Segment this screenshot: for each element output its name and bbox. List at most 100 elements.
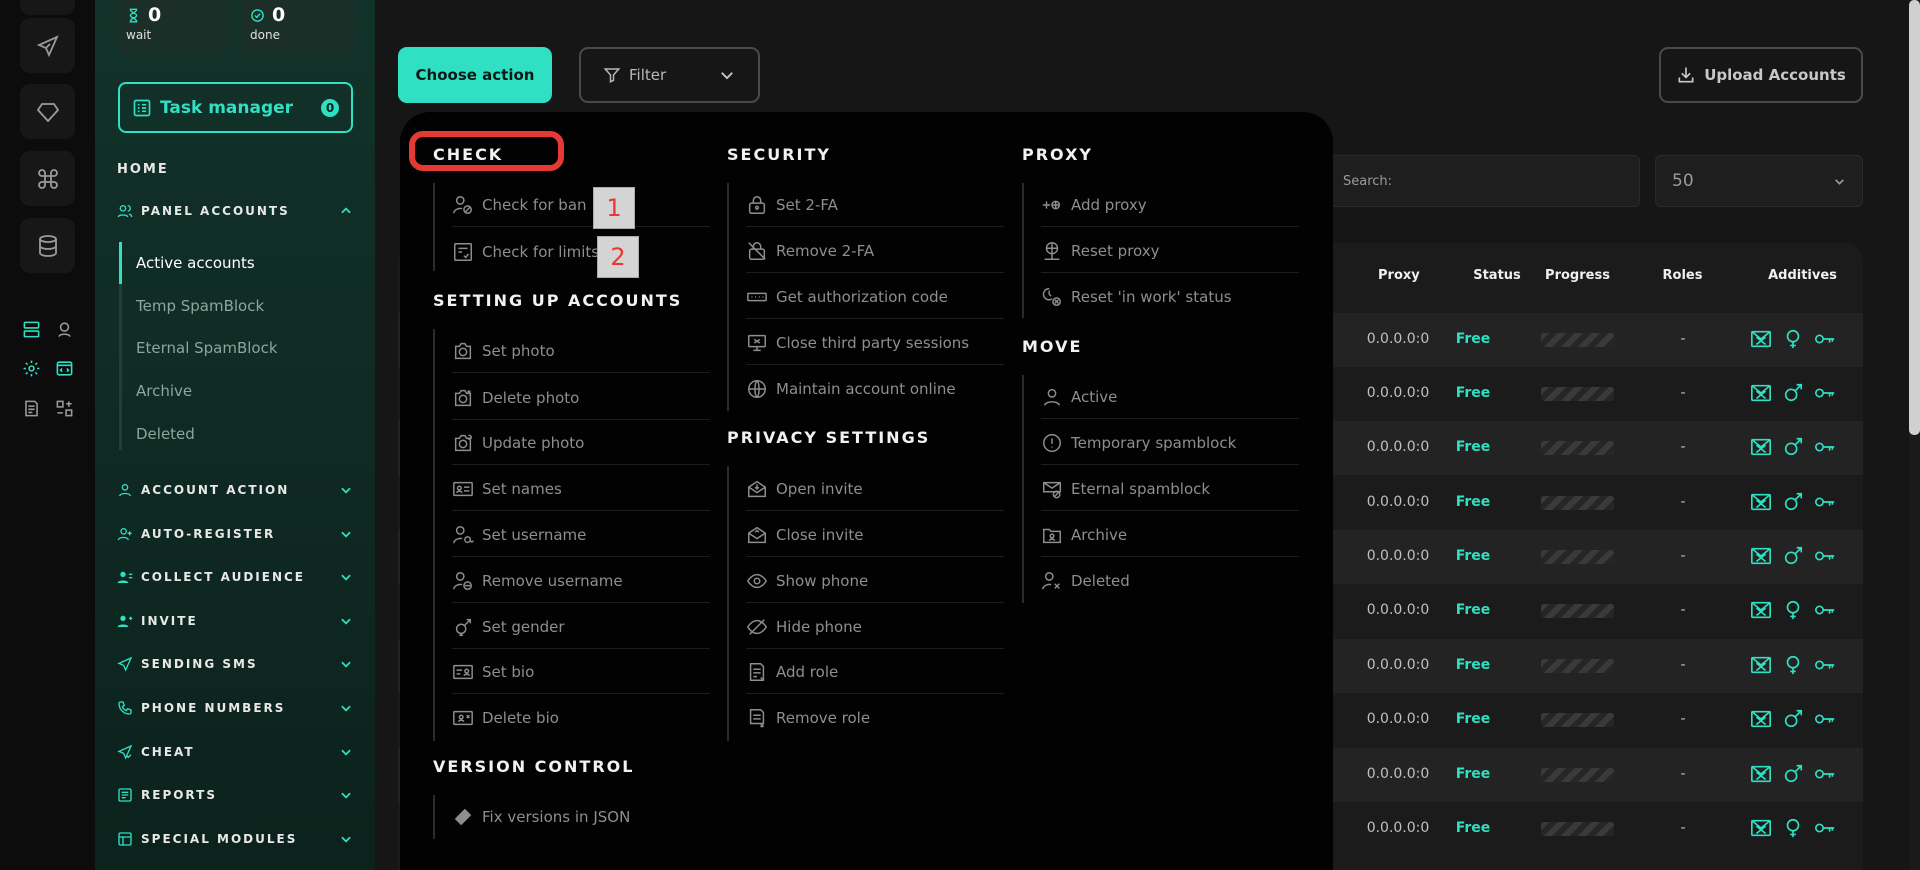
- menu-open-invite[interactable]: Open invite: [746, 467, 1004, 511]
- menu-set-names[interactable]: Set names: [452, 467, 710, 511]
- menu-reset-in-work-status[interactable]: Reset 'in work' status: [1041, 275, 1299, 319]
- key-icon[interactable]: [1814, 545, 1836, 567]
- menu-move-deleted[interactable]: Deleted: [1041, 559, 1299, 603]
- menu-check-for-ban[interactable]: Check for ban: [452, 183, 710, 227]
- rail-settings-icon-btn[interactable]: [20, 357, 42, 379]
- menu-reset-proxy[interactable]: Reset proxy: [1041, 229, 1299, 273]
- nav-sending-sms[interactable]: SENDING SMS: [117, 653, 353, 675]
- menu-move-eternal-spamblock[interactable]: Eternal spamblock: [1041, 467, 1299, 511]
- key-icon[interactable]: [1814, 654, 1836, 676]
- key-icon[interactable]: [1814, 708, 1836, 730]
- menu-get-authorization-code[interactable]: Get authorization code: [746, 275, 1004, 319]
- key-icon[interactable]: [1814, 382, 1836, 404]
- nav-home[interactable]: HOME: [117, 162, 169, 177]
- menu-set-username[interactable]: Set username: [452, 513, 710, 557]
- rail-tasks-icon-btn[interactable]: [20, 318, 42, 340]
- rail-modules-icon-btn[interactable]: [53, 397, 75, 419]
- gender-icon[interactable]: [1782, 436, 1804, 458]
- gender-icon[interactable]: [1782, 328, 1804, 350]
- key-icon[interactable]: [1814, 328, 1836, 350]
- rail-user-icon-btn[interactable]: [53, 318, 75, 340]
- spam-check-icon[interactable]: [1750, 436, 1772, 458]
- menu-show-phone[interactable]: Show phone: [746, 559, 1004, 603]
- menu-set-2-fa[interactable]: Set 2-FA: [746, 183, 1004, 227]
- menu-update-photo[interactable]: Update photo: [452, 421, 710, 465]
- key-icon[interactable]: [1814, 599, 1836, 621]
- subnav-archive[interactable]: Archive: [136, 382, 192, 400]
- spam-check-icon[interactable]: [1750, 491, 1772, 513]
- menu-move-temporary-spamblock[interactable]: Temporary spamblock: [1041, 421, 1299, 465]
- key-icon[interactable]: [1814, 817, 1836, 839]
- nav-panel-accounts[interactable]: PANEL ACCOUNTS: [117, 200, 353, 222]
- gender-icon[interactable]: [1782, 763, 1804, 785]
- filter-dropdown[interactable]: Filter: [579, 47, 760, 103]
- per-page-select[interactable]: 50: [1655, 155, 1863, 207]
- nav-invite[interactable]: INVITE: [117, 610, 353, 632]
- spam-check-icon[interactable]: [1750, 708, 1772, 730]
- gender-icon[interactable]: [1782, 545, 1804, 567]
- menu-delete-photo[interactable]: Delete photo: [452, 376, 710, 420]
- key-icon[interactable]: [1814, 491, 1836, 513]
- spam-check-icon[interactable]: [1750, 545, 1772, 567]
- nav-cheat[interactable]: CHEAT: [117, 741, 353, 763]
- rail-report-icon-btn[interactable]: [20, 397, 42, 419]
- gender-icon[interactable]: [1782, 491, 1804, 513]
- gender-icon[interactable]: [1782, 654, 1804, 676]
- subnav-eternal-spamblock[interactable]: Eternal SpamBlock: [136, 339, 278, 357]
- subnav-active-accounts[interactable]: Active accounts: [136, 254, 255, 272]
- menu-remove-role[interactable]: Remove role: [746, 696, 1004, 740]
- menu-close-third-party-sessions[interactable]: Close third party sessions: [746, 321, 1004, 365]
- spam-check-icon[interactable]: [1750, 382, 1772, 404]
- menu-hide-phone[interactable]: Hide phone: [746, 605, 1004, 649]
- menu-delete-bio[interactable]: Delete bio: [452, 696, 710, 740]
- spam-check-icon[interactable]: [1750, 817, 1772, 839]
- rail-code-icon-btn[interactable]: [53, 357, 75, 379]
- choose-action-button[interactable]: Choose action: [398, 47, 552, 103]
- menu-remove-username[interactable]: Remove username: [452, 559, 710, 603]
- nav-reports[interactable]: REPORTS: [117, 784, 353, 806]
- spam-check-icon[interactable]: [1750, 763, 1772, 785]
- menu-move-active[interactable]: Active: [1041, 375, 1299, 419]
- key-icon[interactable]: [1814, 763, 1836, 785]
- col-progress[interactable]: Progress: [1545, 268, 1610, 283]
- nav-phone-numbers[interactable]: PHONE NUMBERS: [117, 697, 353, 719]
- menu-remove-2-fa[interactable]: Remove 2-FA: [746, 229, 1004, 273]
- menu-add-proxy[interactable]: Add proxy: [1041, 183, 1299, 227]
- scrollbar-thumb[interactable]: [1909, 0, 1920, 435]
- menu-fix-versions[interactable]: Fix versions in JSON: [452, 795, 710, 839]
- col-roles[interactable]: Roles: [1660, 268, 1705, 283]
- task-manager-button[interactable]: Task manager 0: [118, 82, 353, 133]
- gender-icon[interactable]: [1782, 599, 1804, 621]
- subnav-deleted[interactable]: Deleted: [136, 425, 195, 443]
- gender-icon[interactable]: [1782, 708, 1804, 730]
- gender-icon[interactable]: [1782, 382, 1804, 404]
- rail-command-button[interactable]: [20, 151, 75, 206]
- rail-send-button[interactable]: [20, 18, 75, 73]
- menu-close-invite[interactable]: Close invite: [746, 513, 1004, 557]
- nav-collect-audience[interactable]: COLLECT AUDIENCE: [117, 566, 353, 588]
- nav-auto-register[interactable]: AUTO-REGISTER: [117, 523, 353, 545]
- rail-top-button[interactable]: [20, 0, 75, 15]
- col-additives[interactable]: Additives: [1765, 268, 1840, 283]
- menu-check-for-limits[interactable]: Check for limits: [452, 230, 710, 274]
- menu-add-role[interactable]: Add role: [746, 650, 1004, 694]
- menu-set-bio[interactable]: Set bio: [452, 650, 710, 694]
- col-status[interactable]: Status: [1472, 268, 1522, 283]
- gender-icon[interactable]: [1782, 817, 1804, 839]
- upload-accounts-button[interactable]: Upload Accounts: [1659, 47, 1863, 103]
- spam-check-icon[interactable]: [1750, 599, 1772, 621]
- search-input[interactable]: [1343, 173, 1639, 189]
- spam-check-icon[interactable]: [1750, 328, 1772, 350]
- rail-diamond-button[interactable]: [20, 84, 75, 139]
- menu-set-photo[interactable]: Set photo: [452, 329, 710, 373]
- menu-maintain-account-online[interactable]: Maintain account online: [746, 367, 1004, 411]
- key-icon[interactable]: [1814, 436, 1836, 458]
- subnav-temp-spamblock[interactable]: Temp SpamBlock: [136, 297, 264, 315]
- spam-check-icon[interactable]: [1750, 654, 1772, 676]
- rail-database-button[interactable]: [20, 218, 75, 273]
- nav-special-modules[interactable]: SPECIAL MODULES: [117, 828, 353, 850]
- menu-move-archive[interactable]: Archive: [1041, 513, 1299, 557]
- col-proxy[interactable]: Proxy: [1378, 268, 1420, 283]
- nav-account-action[interactable]: ACCOUNT ACTION: [117, 479, 353, 501]
- menu-set-gender[interactable]: Set gender: [452, 605, 710, 649]
